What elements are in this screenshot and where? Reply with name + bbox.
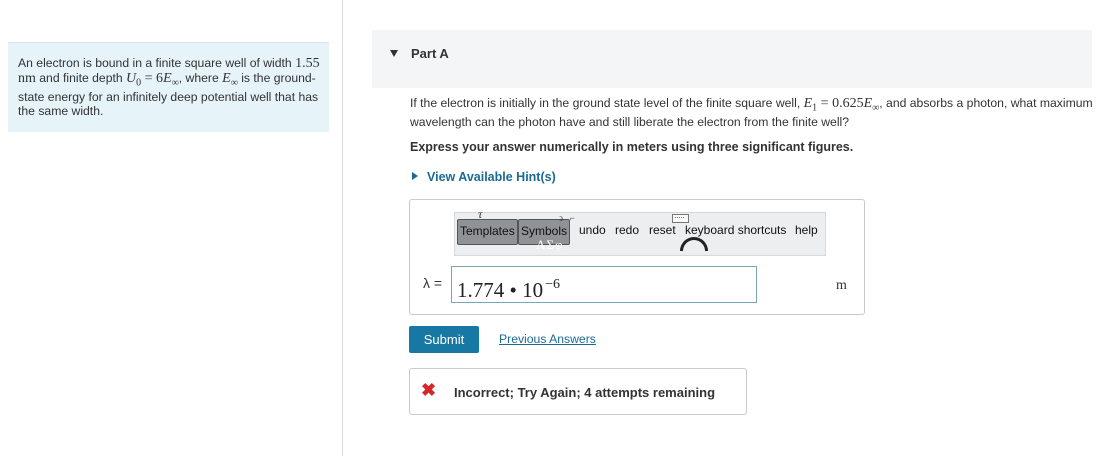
- energy-symbol-2: E: [222, 71, 231, 86]
- column-divider: [342, 0, 343, 456]
- answer-mantissa: 1.774 • 10: [457, 278, 544, 302]
- incorrect-x-icon: ✖: [421, 380, 437, 400]
- well-width-unit: nm: [18, 71, 36, 86]
- question-text-1: If the electron is initially in the grou…: [410, 96, 801, 110]
- expand-triangle-icon: [412, 172, 418, 180]
- feedback-text: Incorrect; Try Again; 4 attempts remaini…: [454, 385, 716, 400]
- help-button[interactable]: help: [795, 219, 818, 245]
- hint-label: View Available Hint(s): [427, 170, 556, 184]
- submit-button[interactable]: Submit: [409, 326, 479, 353]
- e-inf-symbol: E: [863, 96, 873, 111]
- previous-answers-link[interactable]: Previous Answers: [499, 332, 596, 346]
- problem-text-1: An electron is bound in a finite square …: [18, 56, 292, 70]
- e1-symbol: E: [803, 96, 813, 111]
- templates-button[interactable]: Templates: [457, 219, 518, 245]
- collapse-triangle-icon[interactable]: [390, 50, 398, 57]
- symbols-glyph-icon: ΑΣφ: [536, 237, 564, 252]
- well-width-value: 1.55: [295, 56, 320, 71]
- problem-text-2: and finite depth: [39, 71, 123, 85]
- undo-button[interactable]: undo: [579, 219, 606, 245]
- question-text: If the electron is initially in the grou…: [410, 96, 1100, 130]
- e1-equals: = 0.625: [817, 96, 864, 111]
- equation-toolbar: τ Templates Symbols ΑΣφ ↄ ⌐ undo redo re…: [454, 207, 826, 256]
- answer-panel: τ Templates Symbols ΑΣφ ↄ ⌐ undo redo re…: [409, 199, 865, 315]
- answer-unit: m: [836, 278, 847, 293]
- infinity-subscript-2: ∞: [230, 77, 238, 89]
- answer-instruction: Express your answer numerically in meter…: [410, 140, 854, 154]
- depth-equals: = 6: [141, 71, 164, 86]
- depth-symbol: U: [126, 71, 137, 86]
- feedback-box: ✖ Incorrect; Try Again; 4 attempts remai…: [409, 368, 747, 415]
- redo-button[interactable]: redo: [615, 219, 639, 245]
- problem-statement: An electron is bound in a finite square …: [8, 42, 329, 132]
- part-a-header[interactable]: Part A: [372, 30, 1092, 88]
- view-hints-link[interactable]: View Available Hint(s): [410, 170, 556, 184]
- answer-label: λ =: [423, 275, 443, 291]
- part-title: Part A: [411, 46, 449, 61]
- fraction-icon: ↄ ⌐: [559, 213, 575, 223]
- answer-exponent: −6: [545, 277, 561, 292]
- energy-symbol: E: [163, 71, 172, 86]
- answer-input[interactable]: 1.774 • 10 −6: [451, 266, 757, 303]
- problem-text-3: , where: [178, 71, 219, 85]
- infinity-subscript: ∞: [171, 77, 179, 89]
